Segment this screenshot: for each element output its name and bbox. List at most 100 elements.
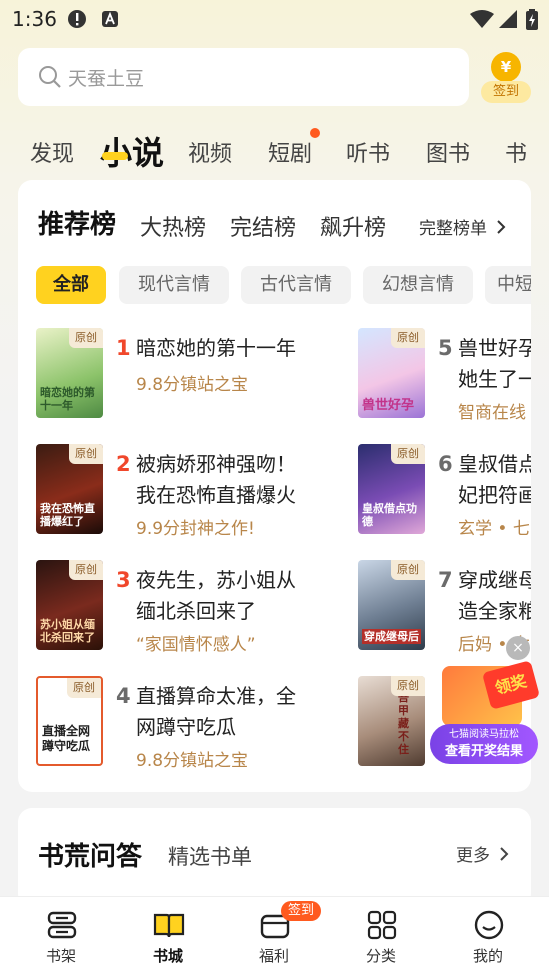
original-tag: 原创	[69, 560, 103, 580]
nav-label: 福利	[258, 947, 289, 965]
coin-icon: ¥	[491, 52, 521, 82]
book-cover: 皇叔借点功德 原创	[358, 444, 425, 534]
original-tag: 原创	[69, 328, 103, 348]
nav-bookshelf[interactable]: 书架	[6, 897, 116, 977]
rank-tab-recommended[interactable]: 推荐榜	[38, 204, 116, 241]
status-bar: 1:36	[0, 0, 549, 36]
notification-a-icon	[102, 11, 118, 27]
promo-floating-ad[interactable]: 领奖 × 七猫阅读马拉松 查看开奖结果	[428, 636, 541, 764]
book-cover: 吾甲藏不住 原创	[358, 676, 425, 766]
nav-category[interactable]: 分类	[326, 897, 436, 977]
promo-pill[interactable]: 七猫阅读马拉松 查看开奖结果	[430, 724, 538, 764]
chip-short-story[interactable]: 中短	[485, 266, 531, 304]
cover-title-art: 穿成继母后	[362, 629, 421, 644]
original-tag: 原创	[391, 444, 425, 464]
rank-tab-rising[interactable]: 飙升榜	[320, 210, 386, 242]
search-placeholder: 天蚕土豆	[68, 68, 145, 90]
book-cover: 我在恐怖直播爆红了 原创	[36, 444, 103, 534]
active-tab-indicator	[102, 152, 128, 160]
book-title-line: 缅北杀回来了	[136, 599, 256, 623]
more-link[interactable]: 更多	[456, 841, 509, 866]
rank-tab-finished[interactable]: 完结榜	[230, 210, 296, 242]
book-item[interactable]: 苏小姐从缅北杀回来了 原创 3 夜先生，苏小姐从 缅北杀回来了 “家国情怀感人”	[36, 560, 336, 655]
section-subtitle[interactable]: 精选书单	[168, 841, 252, 871]
cover-title-art: 吾甲藏不住	[398, 691, 409, 756]
book-title: 暗恋她的第十一年	[136, 333, 296, 364]
book-item[interactable]: 暗恋她的第十一年 原创 1 暗恋她的第十一年 9.8分镇站之宝	[36, 328, 336, 420]
nav-label: 书城	[152, 947, 183, 965]
close-icon[interactable]: ×	[506, 636, 530, 660]
book-cover: 直播全网蹲守吃瓜 原创	[36, 676, 103, 766]
book-title: 夜先生，苏小姐从 缅北杀回来了	[136, 565, 296, 627]
signin-label: 签到	[481, 81, 531, 103]
rank-number: 4	[116, 684, 131, 708]
ranking-tabs: 推荐榜 大热榜 完结榜 飙升榜 完整榜单	[18, 204, 531, 244]
book-title-line: 夜先生，苏小姐从	[136, 568, 296, 592]
book-title-line: 她生了一	[458, 367, 531, 391]
tab-novel[interactable]: 小说	[100, 128, 164, 174]
nav-bookstore[interactable]: 书城	[113, 897, 223, 977]
chip-all[interactable]: 全部	[36, 266, 106, 304]
tab-books[interactable]: 图书	[426, 136, 470, 168]
cover-title-art: 苏小姐从缅北杀回来了	[40, 618, 95, 644]
book-item[interactable]: 我在恐怖直播爆红了 原创 2 被病娇邪神强吻！ 我在恐怖直播爆火 9.9分封神之…	[36, 444, 336, 539]
chip-fantasy-romance[interactable]: 幻想言情	[363, 266, 473, 304]
tab-short-drama[interactable]: 短剧	[268, 136, 312, 168]
rank-number: 1	[116, 336, 131, 360]
tab-discover[interactable]: 发现	[30, 136, 74, 168]
cover-title-art: 皇叔借点功德	[362, 502, 417, 528]
section-title: 书荒问答	[38, 842, 143, 872]
bottom-nav: 书架 书城 签到 福利 分类 我的	[0, 896, 549, 977]
smile-icon	[474, 910, 504, 940]
book-cover: 苏小姐从缅北杀回来了 原创	[36, 560, 103, 650]
search-input[interactable]: 天蚕土豆	[18, 48, 469, 106]
book-item[interactable]: 皇叔借点功德 原创 6 皇叔借点 妃把符画 玄学 • 七	[358, 444, 531, 536]
book-title-line: 皇叔借点	[458, 452, 531, 476]
book-item[interactable]: 兽世好孕 原创 5 兽世好孕 她生了一 智商在线	[358, 328, 531, 420]
search-row: 天蚕土豆 ¥ 签到	[0, 48, 549, 108]
book-item[interactable]: 直播全网蹲守吃瓜 原创 4 直播算命太准，全 网蹲守吃瓜 9.8分镇站之宝	[36, 676, 336, 771]
tab-bookstore[interactable]: 书	[505, 136, 527, 168]
rank-tab-hot[interactable]: 大热榜	[140, 210, 206, 242]
book-cover: 穿成继母后 原创	[358, 560, 425, 650]
book-title-line: 兽世好孕	[458, 336, 531, 360]
search-icon	[39, 66, 61, 88]
chevron-right-icon	[500, 847, 509, 861]
book-title-line: 造全家粮	[458, 599, 531, 623]
original-tag: 原创	[391, 676, 425, 696]
tab-video[interactable]: 视频	[188, 136, 232, 168]
rank-number: 6	[438, 452, 453, 476]
book-tagline: “家国情怀感人”	[136, 635, 256, 655]
chip-modern-romance[interactable]: 现代言情	[119, 266, 229, 304]
tab-audiobook[interactable]: 听书	[346, 136, 390, 168]
book-title: 穿成继母 造全家粮	[458, 565, 531, 627]
cover-title-art: 暗恋她的第十一年	[40, 386, 95, 412]
full-ranking-link[interactable]: 完整榜单	[419, 214, 506, 239]
signin-badge: 签到	[281, 901, 321, 921]
promo-line2: 查看开奖结果	[444, 744, 523, 759]
original-tag: 原创	[391, 560, 425, 580]
book-title: 被病娇邪神强吻！ 我在恐怖直播爆火	[136, 449, 296, 511]
book-title-line: 被病娇邪神强吻！	[136, 452, 296, 476]
original-tag: 原创	[67, 678, 101, 698]
signal-icon	[499, 10, 517, 28]
book-title: 皇叔借点 妃把符画	[458, 449, 531, 511]
rank-number: 3	[116, 568, 131, 592]
signin-button[interactable]: ¥ 签到	[481, 52, 531, 104]
top-tabs: 发现 小说 视频 短剧 听书 图书 书	[0, 124, 549, 174]
nav-label: 书架	[45, 947, 76, 965]
book-open-icon	[153, 913, 185, 938]
promo-line1: 七猫阅读马拉松	[449, 729, 519, 740]
book-tagline: 9.8分镇站之宝	[136, 375, 249, 395]
book-tagline: 9.9分封神之作!	[136, 519, 255, 539]
original-tag: 原创	[391, 328, 425, 348]
chip-ancient-romance[interactable]: 古代言情	[241, 266, 351, 304]
book-qa-card: 书荒问答 精选书单 更多	[18, 808, 531, 908]
nav-me[interactable]: 我的	[433, 897, 543, 977]
battery-icon	[526, 9, 538, 30]
book-cover: 兽世好孕 原创	[358, 328, 425, 418]
bookshelf-icon	[47, 911, 77, 939]
cover-title-art: 我在恐怖直播爆红了	[40, 502, 95, 528]
nav-welfare[interactable]: 签到 福利	[219, 897, 329, 977]
book-title: 直播算命太准，全 网蹲守吃瓜	[136, 681, 296, 743]
